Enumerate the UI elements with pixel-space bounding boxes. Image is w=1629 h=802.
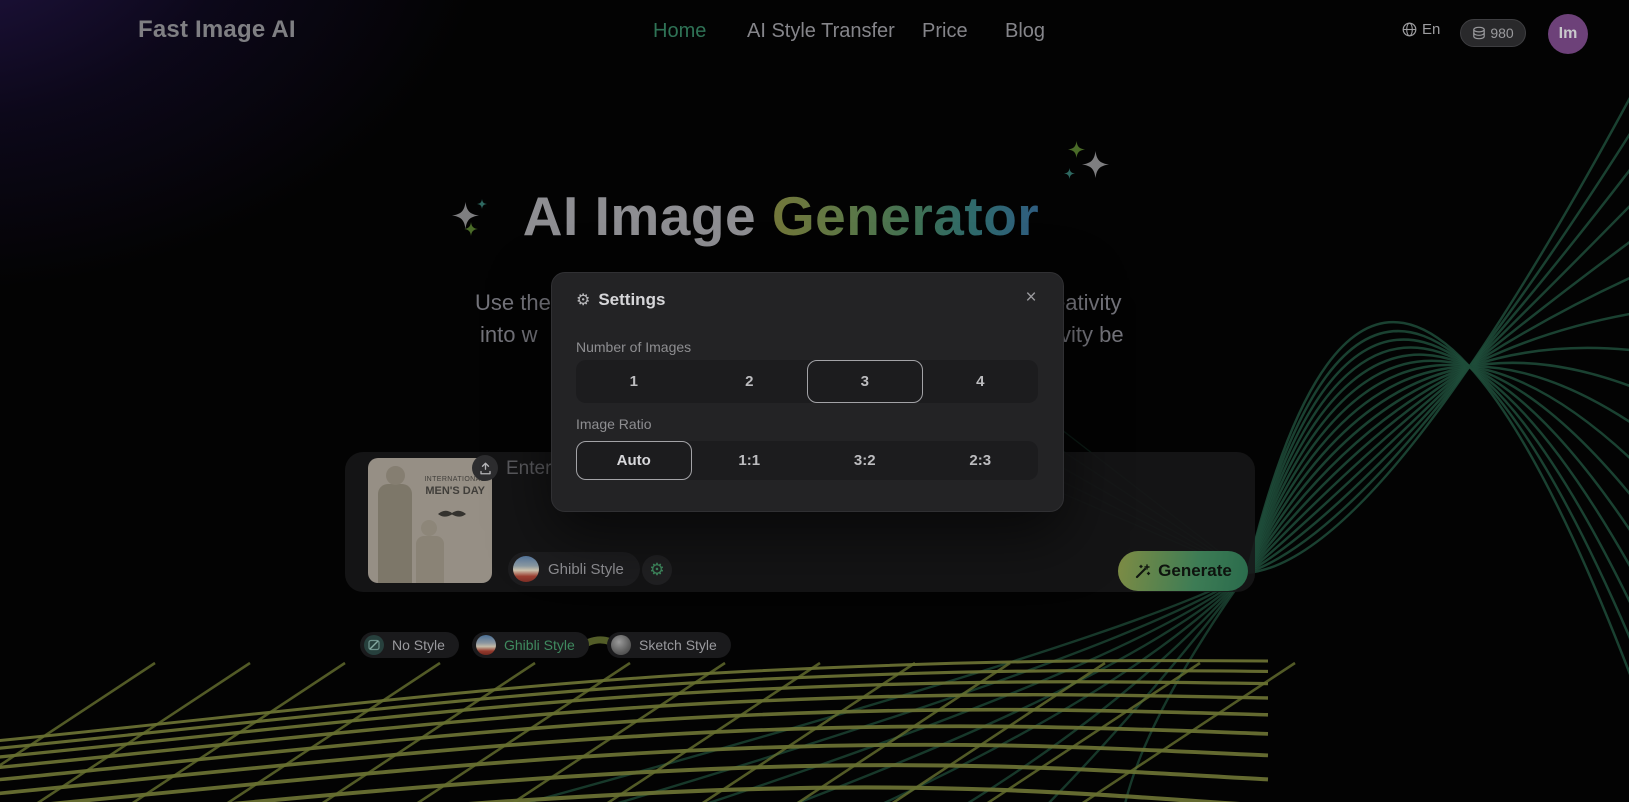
option-ratio-auto[interactable]: Auto bbox=[576, 441, 692, 480]
option-count-4[interactable]: 4 bbox=[923, 360, 1039, 403]
modal-title: Settings bbox=[598, 290, 665, 310]
image-ratio-label: Image Ratio bbox=[576, 416, 651, 432]
number-of-images-label: Number of Images bbox=[576, 339, 691, 355]
option-count-2[interactable]: 2 bbox=[692, 360, 808, 403]
option-ratio-1-1[interactable]: 1:1 bbox=[692, 441, 808, 480]
modal-header: ⚙ Settings bbox=[576, 290, 665, 310]
image-ratio-options: Auto 1:1 3:2 2:3 bbox=[576, 441, 1038, 480]
option-ratio-3-2[interactable]: 3:2 bbox=[807, 441, 923, 480]
settings-modal: ⚙ Settings × Number of Images 1 2 3 4 Im… bbox=[551, 272, 1064, 512]
option-ratio-2-3[interactable]: 2:3 bbox=[923, 441, 1039, 480]
gear-icon: ⚙ bbox=[576, 290, 590, 310]
number-of-images-options: 1 2 3 4 bbox=[576, 360, 1038, 403]
close-icon[interactable]: × bbox=[1019, 286, 1043, 310]
option-count-3[interactable]: 3 bbox=[807, 360, 923, 403]
option-count-1[interactable]: 1 bbox=[576, 360, 692, 403]
